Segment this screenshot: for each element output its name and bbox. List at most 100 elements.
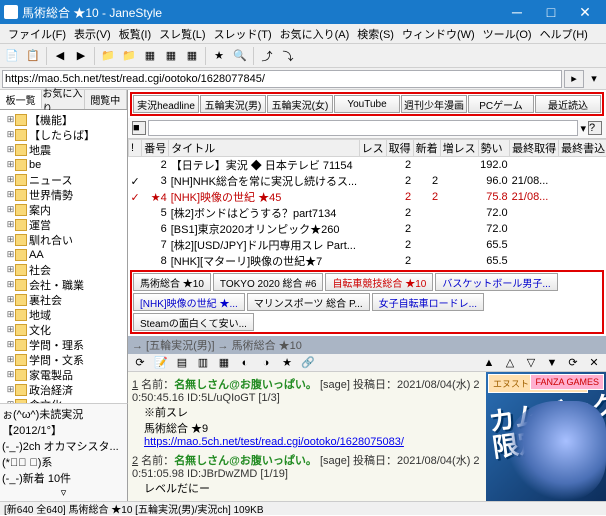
tree-item[interactable]: ⊞案内 [2, 202, 125, 217]
tool-icon[interactable]: ▦ [214, 353, 234, 373]
tree-item[interactable]: ⊞地震 [2, 142, 125, 157]
category-button[interactable]: 週刊少年漫画 [401, 95, 467, 113]
filter-combo[interactable] [148, 120, 578, 136]
tree-item[interactable]: ⊞会社・職業 [2, 277, 125, 292]
tool-icon[interactable]: ◀ [50, 46, 70, 66]
tree-item[interactable]: ⊞馴れ合い [2, 232, 125, 247]
thread-tab[interactable]: 女子自転車ロードレ... [372, 293, 484, 311]
menu-item[interactable]: ファイル(F) [4, 26, 70, 42]
menu-item[interactable]: ヘルプ(H) [536, 26, 592, 42]
thread-row[interactable]: ✓★4[NHK]映像の世紀 ★452275.821/08...21/08... [129, 189, 606, 205]
thread-tab[interactable]: 馬術総合 ★10 [133, 273, 211, 291]
tool-icon[interactable]: ▲ [479, 353, 499, 373]
tree-item[interactable]: ⊞地域 [2, 307, 125, 322]
tree-item[interactable]: ⊞学問・理系 [2, 337, 125, 352]
left-tab[interactable]: お気に入り [42, 90, 84, 109]
tool-icon[interactable]: △ [500, 353, 520, 373]
tree-item[interactable]: ⊞be [2, 157, 125, 172]
thread-tab[interactable]: [NHK]映像の世紀 ★... [133, 293, 245, 311]
tool-icon[interactable]: ◑ [256, 353, 276, 373]
thread-tab[interactable]: Steamの面白くて安い... [133, 313, 254, 331]
tree-item[interactable]: ⊞運営 [2, 217, 125, 232]
column-header[interactable]: 取得 [386, 140, 413, 157]
tool-icon[interactable]: ▶ [71, 46, 91, 66]
thread-tab[interactable]: マリンスポーツ 総合 P... [247, 293, 370, 311]
tree-item[interactable]: ⊞社会 [2, 262, 125, 277]
tool-icon[interactable]: ▦ [161, 46, 181, 66]
tree-item[interactable]: ⊞文化 [2, 322, 125, 337]
thread-row[interactable]: 8[NHK][マターリ]映像の世紀★7265.521/08... [129, 253, 606, 268]
tool-icon[interactable]: ⟳ [563, 353, 583, 373]
thread-tab[interactable]: 自転車競技総合 ★10 [325, 273, 433, 291]
column-header[interactable]: タイトル [169, 140, 359, 157]
tool-icon[interactable]: ◐ [235, 353, 255, 373]
tree-item[interactable]: ⊞政治経済 [2, 382, 125, 397]
dropdown-icon[interactable]: ▾ [584, 69, 604, 89]
tool-icon[interactable]: ▦ [140, 46, 160, 66]
tool-icon[interactable]: ▼ [542, 353, 562, 373]
tool-icon[interactable]: ★ [277, 353, 297, 373]
menu-item[interactable]: ツール(O) [479, 26, 536, 42]
thread-row[interactable]: 6[BS1]東京2020オリンピック★260272.021/08... [129, 221, 606, 237]
column-header[interactable]: 番号 [142, 140, 169, 157]
menu-item[interactable]: 検索(S) [353, 26, 398, 42]
menu-item[interactable]: ウィンドウ(W) [398, 26, 479, 42]
tool-icon[interactable]: ▥ [193, 353, 213, 373]
tree-item[interactable]: ⊞裏社会 [2, 292, 125, 307]
category-button[interactable]: 五輪実況(女) [267, 95, 333, 113]
thread-list[interactable]: !番号タイトルレス取得新着増レス勢い最終取得最終書込since2【日テレ】実況 … [128, 138, 606, 268]
tree-item[interactable]: ⊞家電製品 [2, 367, 125, 382]
ad-sidebar[interactable]: エヌストレイガールズ FANZA GAMES カムバック 限定 [486, 372, 606, 501]
thread-row[interactable]: 2【日テレ】実況 ◆ 日本テレビ 711542192.021/08... [129, 157, 606, 174]
tool-icon[interactable]: ▤ [172, 353, 192, 373]
thread-row[interactable]: 5[株2]ボンドはどうする？part7134272.021/08... [129, 205, 606, 221]
maximize-button[interactable]: □ [534, 0, 568, 24]
tool-icon[interactable]: 📋 [23, 46, 43, 66]
minimize-button[interactable]: ─ [500, 0, 534, 24]
tool-icon[interactable]: ▽ [521, 353, 541, 373]
tree-item[interactable]: ⊞世界情勢 [2, 187, 125, 202]
menu-item[interactable]: スレッド(T) [210, 26, 276, 42]
category-button[interactable]: PCゲーム [468, 95, 534, 113]
column-header[interactable]: 勢い [478, 140, 510, 157]
menu-item[interactable]: お気に入り(A) [276, 26, 354, 42]
category-button[interactable]: 最近読込 [535, 95, 601, 113]
url-input[interactable] [2, 70, 562, 88]
filter-toggle[interactable]: ■ [132, 121, 146, 135]
thread-tab[interactable]: TOKYO 2020 総合 #6 [213, 273, 324, 291]
tool-icon[interactable]: ▦ [182, 46, 202, 66]
category-button[interactable]: YouTube [334, 95, 400, 113]
tree-item[interactable]: ⊞学問・文系 [2, 352, 125, 367]
column-header[interactable]: 最終取得 [510, 140, 559, 157]
tool-icon[interactable]: 📝 [151, 353, 171, 373]
menu-item[interactable]: スレ覧(L) [155, 26, 209, 42]
tool-icon[interactable]: ✕ [584, 353, 604, 373]
menu-item[interactable]: 板覧(I) [115, 26, 155, 42]
tool-icon[interactable]: ⤵ [278, 46, 298, 66]
go-button[interactable]: ▸ [564, 70, 584, 88]
column-header[interactable]: レス [359, 140, 386, 157]
filter-dropdown-icon[interactable]: ▾ [580, 122, 586, 135]
tree-item[interactable]: ⊞ニュース [2, 172, 125, 187]
left-tab[interactable]: 閲覧中 [85, 90, 127, 109]
tree-item[interactable]: ⊞【機能】 [2, 112, 125, 127]
tool-icon[interactable]: 🔗 [298, 353, 318, 373]
thread-row[interactable]: ✓3[NH]NHK総合を常に実況し続けるス...2296.021/08...21… [129, 173, 606, 189]
menu-item[interactable]: 表示(V) [70, 26, 115, 42]
filter-help[interactable]: ? [588, 121, 602, 135]
post-link[interactable]: https://mao.5ch.net/test/read.cgi/ootoko… [144, 436, 404, 448]
category-button[interactable]: 五輪実況(男) [200, 95, 266, 113]
tree-item[interactable]: ⊞AA [2, 247, 125, 262]
thread-row[interactable]: 7[株2][USD/JPY]ドル円専用スレ Part...265.521/08.… [129, 237, 606, 253]
thread-tab[interactable]: バスケットボール男子... [435, 273, 557, 291]
close-button[interactable]: ✕ [568, 0, 602, 24]
tool-icon[interactable]: 📁 [119, 46, 139, 66]
tool-icon[interactable]: ★ [209, 46, 229, 66]
category-button[interactable]: 実況headline [133, 95, 199, 113]
column-header[interactable]: 新着 [413, 140, 440, 157]
column-header[interactable]: ! [129, 140, 142, 157]
post-area[interactable]: 1 名前：名無しさん@お腹いっぱい。 [sage] 投稿日：2021/08/04… [128, 372, 486, 501]
tool-icon[interactable]: 📄 [2, 46, 22, 66]
column-header[interactable]: 最終書込 [559, 140, 606, 157]
tree-item[interactable]: ⊞【したらば】 [2, 127, 125, 142]
